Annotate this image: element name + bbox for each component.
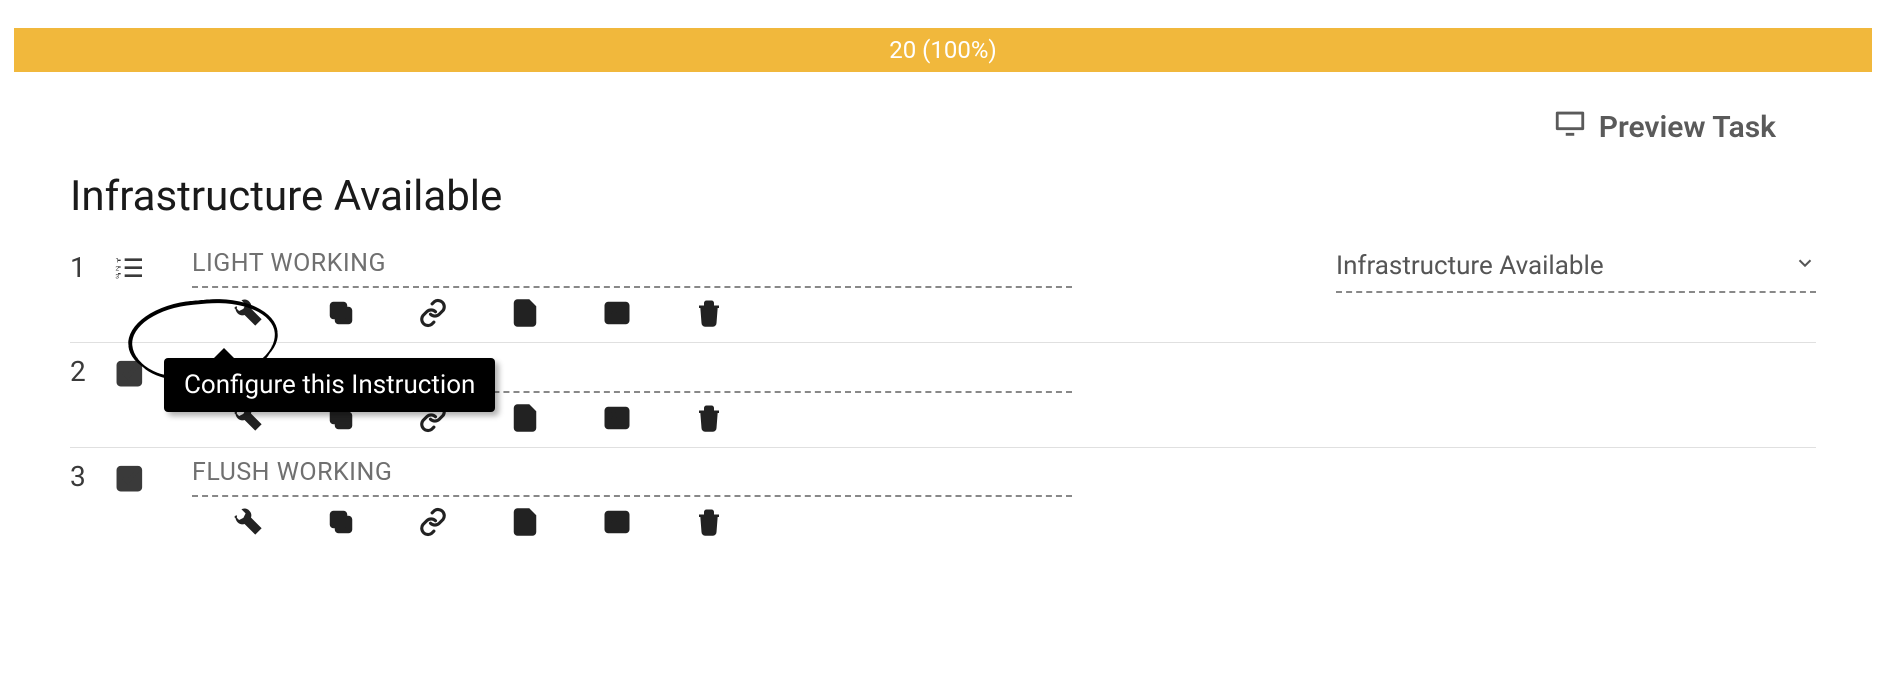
row-number: 2 [70,353,114,388]
document-button[interactable] [508,403,542,437]
row-number: 1 [70,249,114,284]
group-select[interactable]: Infrastructure Available [1336,251,1816,281]
configure-button[interactable] [232,507,266,541]
delete-button[interactable] [692,507,726,541]
numbered-list-icon: 123 [114,249,162,289]
link-button[interactable] [416,298,450,332]
document-button[interactable] [508,507,542,541]
image-icon [602,298,632,332]
trash-icon [694,403,724,437]
svg-text:1: 1 [115,256,119,264]
copy-icon [326,298,356,332]
trash-icon [694,507,724,541]
copy-icon [326,507,356,541]
dashed-divider [192,495,1072,497]
delete-button[interactable] [692,403,726,437]
instruction-label[interactable]: LIGHT WORKING [192,249,1306,278]
checkbox-icon [114,353,162,393]
svg-text:3: 3 [115,272,119,280]
trash-icon [694,298,724,332]
document-button[interactable] [508,298,542,332]
row-number: 3 [70,458,114,493]
document-icon [510,298,540,332]
progress-bar: 20 (100%) [14,28,1872,72]
preview-task-button[interactable]: Preview Task [1553,106,1776,148]
monitor-icon [1553,106,1587,148]
dashed-divider [192,286,1072,288]
page-title: Infrastructure Available [70,172,1816,221]
tooltip-text: Configure this Instruction [184,370,475,400]
link-icon [418,298,448,332]
image-button[interactable] [600,298,634,332]
image-icon [602,403,632,437]
group-select-label: Infrastructure Available [1336,251,1604,281]
instruction-label[interactable]: FLUSH WORKING [192,458,1816,487]
delete-button[interactable] [692,298,726,332]
instruction-row: 1 123 LIGHT WORKING [70,249,1816,343]
configure-button[interactable] [232,298,266,332]
chevron-down-icon [1794,251,1816,281]
svg-text:2: 2 [115,264,119,272]
link-icon [418,507,448,541]
copy-button[interactable] [324,507,358,541]
image-button[interactable] [600,507,634,541]
copy-button[interactable] [324,298,358,332]
image-button[interactable] [600,403,634,437]
document-icon [510,403,540,437]
progress-text: 20 (100%) [889,36,997,64]
image-icon [602,507,632,541]
dashed-divider [1336,291,1816,293]
wrench-icon [234,298,264,332]
instruction-toolbar [192,507,1816,541]
instruction-toolbar [192,298,1306,332]
checkbox-icon [114,458,162,498]
document-icon [510,507,540,541]
instruction-row: 3 FLUSH WORKING [70,458,1816,551]
link-button[interactable] [416,507,450,541]
preview-task-label: Preview Task [1599,110,1776,145]
wrench-icon [234,507,264,541]
configure-tooltip: Configure this Instruction [164,358,495,412]
